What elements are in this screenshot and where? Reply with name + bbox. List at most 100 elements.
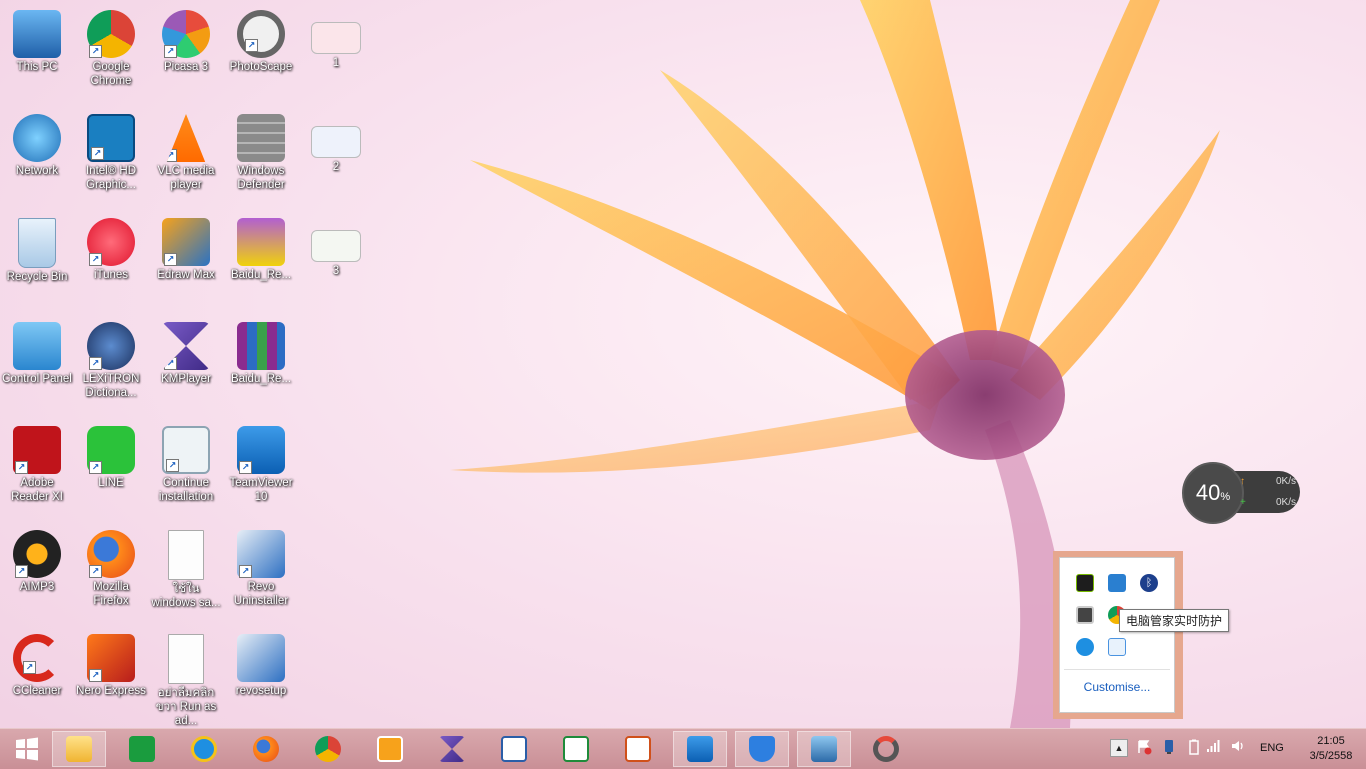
computer-icon	[13, 10, 61, 58]
taskbar-firefox[interactable]	[239, 731, 293, 767]
shortcut-arrow-icon: ↗	[15, 565, 28, 578]
upload-speed: 0K/s	[1275, 476, 1296, 487]
edraw-icon: ↗	[162, 218, 210, 266]
desktop-icon-teamviewer[interactable]: ↗ TeamViewer 10	[224, 420, 298, 516]
taskbar-teamviewer[interactable]	[673, 731, 727, 767]
desktop-icon-picasa[interactable]: ↗ Picasa 3	[149, 4, 223, 100]
volume-icon[interactable]	[1230, 739, 1248, 757]
taskbar-libreoffice-calc[interactable]	[549, 731, 603, 767]
desktop-icon-kmplayer[interactable]: ↗ KMPlayer	[149, 316, 223, 412]
desktop-icon-google-chrome[interactable]: ↗ Google Chrome	[74, 4, 148, 100]
taskbar-file-explorer[interactable]	[52, 731, 106, 767]
taskbar-internet-explorer[interactable]	[177, 731, 231, 767]
desktop-icon-nero-express[interactable]: ↗ Nero Express	[74, 628, 148, 724]
clock-time: 21:05	[1317, 735, 1345, 747]
bluetooth-icon[interactable]: ᛒ	[1140, 574, 1158, 592]
desktop-icon-photoscape[interactable]: ↗ PhotoScape	[224, 4, 298, 100]
line-app-icon: ↗	[87, 426, 135, 474]
shortcut-arrow-icon: ↗	[89, 357, 102, 370]
setup-icon	[237, 634, 285, 682]
vlc-cone-icon: ↗	[166, 114, 206, 162]
kmplayer-icon	[439, 736, 465, 762]
desktop-icon-adobe-reader[interactable]: ↗ Adobe Reader XI	[0, 420, 74, 516]
desktop-icon-control-panel[interactable]: Control Panel	[0, 316, 74, 412]
tray-overflow-panel: ᛒ Customise...	[1059, 557, 1175, 713]
defender-wall-icon	[237, 114, 285, 162]
nvidia-icon[interactable]	[1076, 574, 1094, 592]
taskbar-photoscape[interactable]	[859, 731, 913, 767]
clock-date: 3/5/2558	[1309, 750, 1353, 762]
taskbar-chrome[interactable]	[301, 731, 355, 767]
desktop-icon-windows-defender[interactable]: Windows Defender	[224, 108, 298, 204]
taskbar-store[interactable]	[115, 731, 169, 767]
desktop-icon-line[interactable]: ↗ LINE	[74, 420, 148, 516]
desktop-icon-recycle-bin[interactable]: Recycle Bin	[0, 212, 74, 308]
chrome-icon	[315, 736, 341, 762]
desktop-icon-image-2[interactable]: 2	[299, 108, 373, 204]
desktop-icon-network[interactable]: Network	[0, 108, 74, 204]
tray-overflow-divider	[1064, 669, 1170, 670]
shortcut-arrow-icon: ↗	[164, 357, 177, 370]
shortcut-arrow-icon: ↗	[89, 45, 102, 58]
desktop-icon-this-pc[interactable]: This PC	[0, 4, 74, 100]
start-button[interactable]	[0, 731, 54, 767]
desktop-icon-mozilla-firefox[interactable]: ↗ Mozilla Firefox	[74, 524, 148, 620]
show-hidden-icons-button[interactable]: ▲	[1110, 739, 1128, 757]
battery-icon[interactable]	[1185, 739, 1203, 757]
wifi-signal-icon[interactable]	[1205, 739, 1223, 757]
teamviewer-icon: ↗	[237, 426, 285, 474]
desktop-icon-text-file-1[interactable]: ใช้ใน windows sa...	[149, 524, 223, 620]
taskbar-libreoffice-impress[interactable]	[611, 731, 665, 767]
internet-explorer-tray-icon[interactable]	[1076, 638, 1094, 656]
intel-graphics-tray-icon[interactable]	[1108, 574, 1126, 592]
taskbar-media-player[interactable]	[363, 731, 417, 767]
taskbar-network-tool[interactable]	[797, 731, 851, 767]
photoscape-icon: ↗	[237, 10, 285, 58]
tencent-shield-icon[interactable]	[1108, 638, 1126, 656]
desktop-icon-lexitron[interactable]: ↗ LEXiTRON Dictiona...	[74, 316, 148, 412]
taskbar-tencent-pc-manager[interactable]	[735, 731, 789, 767]
text-document-icon	[168, 634, 204, 684]
calc-spreadsheet-icon	[563, 736, 589, 762]
taskbar-kmplayer[interactable]	[425, 731, 479, 767]
shortcut-arrow-icon: ↗	[91, 147, 104, 160]
network-usage-gauge: 40%	[1182, 462, 1244, 524]
desktop-icon-vlc[interactable]: ↗ VLC media player	[149, 108, 223, 204]
desktop-icon-itunes[interactable]: ↗ iTunes	[74, 212, 148, 308]
desktop-icon-revosetup[interactable]: revosetup	[224, 628, 298, 724]
impress-presentation-icon	[625, 736, 651, 762]
desktop-icon-edraw-max[interactable]: ↗ Edraw Max	[149, 212, 223, 308]
firefox-icon	[253, 736, 279, 762]
shortcut-arrow-icon: ↗	[166, 459, 179, 472]
desktop-icon-continue-installation[interactable]: ↗ Continue installation	[149, 420, 223, 516]
desktop-icon-image-3[interactable]: 3	[299, 212, 373, 308]
shortcut-arrow-icon: ↗	[245, 39, 258, 52]
desktop-icon-baidu-2[interactable]: Baidu_Re...	[224, 316, 298, 412]
ccleaner-icon: ↗	[13, 634, 61, 682]
desktop-icon-image-1[interactable]: 1	[299, 4, 373, 100]
windows-logo-icon	[16, 737, 38, 761]
desktop-icon-baidu-1[interactable]: Baidu_Re...	[224, 212, 298, 308]
text-document-icon	[168, 530, 204, 580]
desktop-icon-revo-uninstaller[interactable]: ↗ Revo Uninstaller	[224, 524, 298, 620]
lexitron-icon: ↗	[87, 322, 135, 370]
desktop-icon-text-file-2[interactable]: อย่าลืมคลิกขวา Run as ad...	[149, 628, 223, 727]
customise-link[interactable]: Customise...	[1060, 680, 1174, 694]
taskbar: ▲ ENG 21:05 3/5/2558	[0, 728, 1366, 769]
shortcut-arrow-icon: ↗	[23, 661, 36, 674]
display-tray-icon[interactable]	[1076, 606, 1094, 624]
usb-device-icon[interactable]	[1160, 739, 1178, 757]
shortcut-arrow-icon: ↗	[89, 253, 102, 266]
input-language-indicator[interactable]: ENG	[1260, 742, 1284, 754]
tray-icon-tooltip: 电脑管家实时防护	[1119, 609, 1230, 632]
desktop-icon-aimp3[interactable]: ↗ AIMP3	[0, 524, 74, 620]
network-usage-percent: 40	[1195, 480, 1221, 505]
action-center-flag-icon[interactable]	[1135, 739, 1153, 757]
taskbar-libreoffice-writer[interactable]	[487, 731, 541, 767]
installer-window-icon: ↗	[162, 426, 210, 474]
network-speed-widget[interactable]: 40% ↑ 0K/s + 0K/s	[1182, 462, 1302, 524]
clock[interactable]: 21:05 3/5/2558	[1300, 734, 1362, 764]
winrar-archive-icon	[237, 322, 285, 370]
desktop-icon-ccleaner[interactable]: ↗ CCleaner	[0, 628, 74, 724]
desktop-icon-intel-hd-graphics[interactable]: ↗ Intel® HD Graphic...	[74, 108, 148, 204]
